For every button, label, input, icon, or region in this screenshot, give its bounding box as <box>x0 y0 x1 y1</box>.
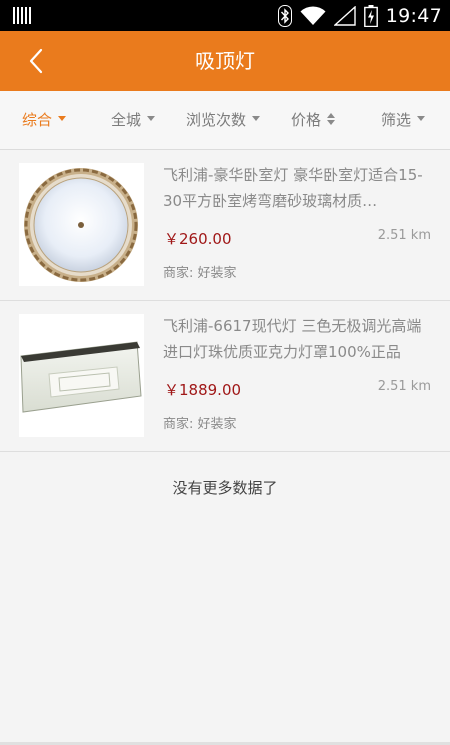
no-signal-icon <box>333 5 356 26</box>
filter-label: 价格 <box>291 111 322 129</box>
bluetooth-icon <box>277 4 292 27</box>
filter-label: 浏览次数 <box>186 111 247 129</box>
page-title: 吸顶灯 <box>195 49 255 73</box>
sort-icon <box>327 112 336 125</box>
product-merchant: 商家: 好装家 <box>163 266 237 281</box>
caret-down-icon <box>147 116 156 121</box>
caret-down-icon <box>58 116 67 121</box>
product-list: 飞利浦-豪华卧室灯 豪华卧室灯适合15-30平方卧室烤弯磨砂玻璃材质… ￥260… <box>0 150 450 452</box>
status-bar: 19:47 <box>0 0 450 31</box>
product-distance: 2.51 km <box>377 379 431 394</box>
filter-price[interactable]: 价格 <box>291 91 336 149</box>
product-item[interactable]: 飞利浦-6617现代灯 三色无极调光高端进口灯珠优质亚克力灯罩100%正品 ￥1… <box>0 301 450 452</box>
filter-comprehensive[interactable]: 综合 <box>22 91 67 149</box>
product-title: 飞利浦-6617现代灯 三色无极调光高端进口灯珠优质亚克力灯罩100%正品 <box>163 317 422 361</box>
app-header: 吸顶灯 <box>0 31 450 91</box>
notification-bars-icon <box>13 7 31 24</box>
filter-bar: 综合 全城 浏览次数 价格 筛选 <box>0 91 450 150</box>
status-time: 19:47 <box>385 4 442 27</box>
no-more-data-text: 没有更多数据了 <box>172 479 278 497</box>
filter-screen[interactable]: 筛选 <box>381 91 426 149</box>
product-distance: 2.51 km <box>377 228 431 243</box>
product-merchant: 商家: 好装家 <box>163 417 237 432</box>
product-price: ￥1889.00 <box>164 381 242 399</box>
wifi-icon <box>300 5 326 25</box>
caret-down-icon <box>417 116 426 121</box>
filter-label: 全城 <box>111 111 142 129</box>
product-title: 飞利浦-豪华卧室灯 豪华卧室灯适合15-30平方卧室烤弯磨砂玻璃材质… <box>163 166 423 210</box>
product-price: ￥260.00 <box>164 230 232 248</box>
filter-label: 综合 <box>22 111 53 129</box>
product-item[interactable]: 飞利浦-豪华卧室灯 豪华卧室灯适合15-30平方卧室烤弯磨砂玻璃材质… ￥260… <box>0 150 450 301</box>
product-image-ceiling-lamp-round <box>19 163 144 286</box>
filter-city[interactable]: 全城 <box>111 91 156 149</box>
filter-label: 筛选 <box>381 111 412 129</box>
product-image-ceiling-lamp-square <box>19 314 144 437</box>
battery-charging-icon <box>363 4 378 27</box>
caret-down-icon <box>252 116 261 121</box>
filter-views[interactable]: 浏览次数 <box>186 91 261 149</box>
